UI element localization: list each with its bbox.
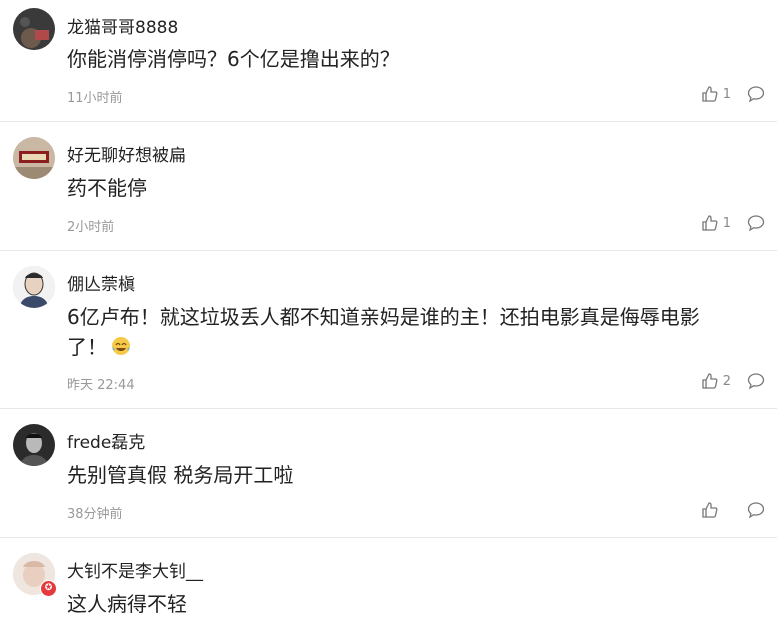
username[interactable]: 大钊不是李大钊__ (67, 557, 203, 582)
comment-text: 这人病得不轻 (67, 592, 187, 616)
comment-item: frede磊克 先别管真假 税务局开工啦 38分钟前 (0, 409, 777, 538)
comment-actions: 1 (701, 213, 765, 233)
comment-actions (701, 500, 765, 520)
speech-bubble-icon (747, 214, 765, 232)
speech-bubble-icon (747, 85, 765, 103)
like-button[interactable]: 1 (701, 85, 731, 103)
avatar[interactable] (13, 266, 55, 308)
like-button[interactable]: 2 (701, 372, 731, 390)
thumbs-up-icon (701, 501, 719, 519)
thumbs-up-icon (701, 372, 719, 390)
avatar[interactable] (13, 8, 55, 50)
comment-item: 龙猫哥哥8888 你能消停消停吗？6个亿是撸出来的？ 11小时前 1 (0, 0, 777, 122)
username[interactable]: 好无聊好想被扁 (67, 141, 186, 166)
comment-actions: 1 (701, 84, 765, 104)
reply-button[interactable] (747, 85, 765, 103)
reply-button[interactable] (747, 501, 765, 519)
comment-text-line: 6亿卢布！就这垃圾丢人都不知道亲妈是谁的主！还拍电影真是侮辱电影 (67, 305, 700, 329)
comment-item: ✪ 大钊不是李大钊__ 这人病得不轻 (0, 538, 777, 622)
comment-list: 龙猫哥哥8888 你能消停消停吗？6个亿是撸出来的？ 11小时前 1 好无聊好想… (0, 0, 777, 622)
username[interactable]: 龙猫哥哥8888 (67, 13, 178, 38)
like-count: 1 (722, 86, 731, 102)
comment-time: 2小时前 (67, 220, 115, 235)
comment-item: 倗亾萗槇 6亿卢布！就这垃圾丢人都不知道亲妈是谁的主！还拍电影真是侮辱电影 了！… (0, 251, 777, 409)
speech-bubble-icon (747, 372, 765, 390)
like-button[interactable]: 1 (701, 214, 731, 232)
speech-bubble-icon (747, 501, 765, 519)
thumbs-up-icon (701, 214, 719, 232)
comment-text-tail: 了！ (67, 335, 107, 359)
comment-text: 你能消停消停吗？6个亿是撸出来的？ (67, 47, 400, 71)
comment-time: 38分钟前 (67, 507, 123, 522)
comment-text: 先别管真假 税务局开工啦 (67, 463, 294, 487)
username[interactable]: 倗亾萗槇 (67, 270, 135, 295)
like-button[interactable] (701, 501, 731, 519)
like-count: 2 (722, 373, 731, 389)
avatar[interactable] (13, 424, 55, 466)
comment-time: 昨天 22:44 (67, 378, 135, 393)
comment-text: 药不能停 (67, 176, 147, 200)
username[interactable]: frede磊克 (67, 428, 145, 453)
comment-time: 11小时前 (67, 91, 123, 106)
comment-actions: 2 (701, 371, 765, 391)
comment-item: 好无聊好想被扁 药不能停 2小时前 1 (0, 122, 777, 251)
avatar[interactable] (13, 137, 55, 179)
reply-button[interactable] (747, 372, 765, 390)
laughing-tears-emoji (111, 334, 131, 355)
verified-badge-icon: ✪ (40, 580, 57, 597)
comment-text-line: 了！ (67, 332, 747, 362)
like-count: 1 (722, 215, 731, 231)
reply-button[interactable] (747, 214, 765, 232)
thumbs-up-icon (701, 85, 719, 103)
comment-text: 6亿卢布！就这垃圾丢人都不知道亲妈是谁的主！还拍电影真是侮辱电影 了！ (67, 302, 747, 362)
